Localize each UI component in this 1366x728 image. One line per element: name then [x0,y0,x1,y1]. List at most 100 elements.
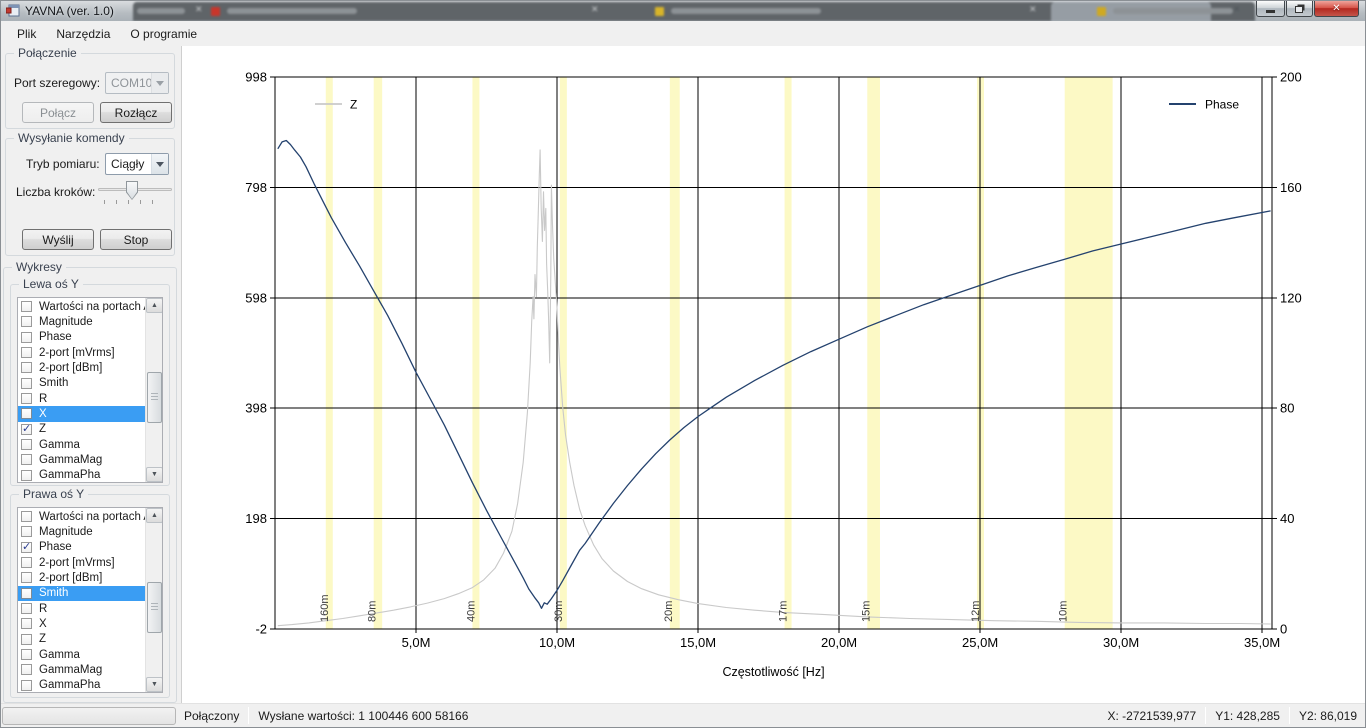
band-label-15m: 15m [860,601,872,622]
scroll-up-icon[interactable]: ▲ [146,508,163,523]
cursor-y1-value: Y1: 428,285 [1207,709,1288,723]
list-item-label: GammaPha [39,679,100,691]
phase-series-line [278,141,1271,609]
checkbox-icon[interactable] [21,680,32,691]
minimize-button[interactable] [1256,1,1285,17]
right-axis-tick: 40 [1280,511,1294,526]
list-item[interactable]: ✓Z [18,422,145,437]
list-item[interactable]: 2-port [dBm] [18,360,145,375]
right-axis-scrollbar[interactable]: ▲ ▼ [145,508,162,692]
checkbox-icon[interactable] [21,301,32,312]
list-item[interactable]: Smith [18,376,145,391]
menu-narzedzia[interactable]: Narzędzia [46,23,120,45]
scroll-up-icon[interactable]: ▲ [146,298,163,313]
stop-button[interactable]: Stop [100,229,172,250]
scrollbar-thumb[interactable] [147,372,162,424]
checkbox-icon[interactable] [21,634,32,645]
checkbox-checked-icon[interactable]: ✓ [21,424,32,435]
band-17m [785,77,792,629]
close-button[interactable]: ✕ [1314,1,1359,17]
list-item[interactable]: X [18,406,145,421]
checkbox-icon[interactable] [21,664,32,675]
checkbox-icon[interactable] [21,557,32,568]
list-item[interactable]: Magnitude [18,314,145,329]
list-item[interactable]: Wartości na portach ADC [18,299,145,314]
measure-mode-combobox[interactable]: Ciągły [105,153,169,175]
impedance-phase-chart[interactable]: 998798598398198-2200160120804005,0M10,0M… [182,46,1366,705]
list-item[interactable]: X [18,616,145,631]
x-axis-tick: 10,0M [539,635,575,650]
list-item[interactable]: 2-port [mVrms] [18,345,145,360]
steps-slider[interactable] [98,179,172,207]
checkbox-icon[interactable] [21,378,32,389]
list-item[interactable]: Gamma [18,437,145,452]
disconnect-button[interactable]: Rozłącz [100,102,172,123]
scroll-down-icon[interactable]: ▼ [146,467,163,482]
right-axis-listbox[interactable]: Wartości na portach ADCMagnitude✓Phase2-… [17,507,163,693]
right-axis-tick: 200 [1280,70,1302,85]
list-item[interactable]: 2-port [dBm] [18,570,145,585]
list-item[interactable]: R [18,391,145,406]
checkbox-icon[interactable] [21,511,32,522]
list-item[interactable]: Phase [18,330,145,345]
band-10m [1065,77,1113,629]
scrollbar-thumb[interactable] [147,582,162,634]
slider-thumb[interactable] [126,181,138,200]
list-item[interactable]: R [18,601,145,616]
checkbox-icon[interactable] [21,454,32,465]
list-item[interactable]: GammaPha [18,468,145,483]
checkbox-checked-icon[interactable]: ✓ [21,542,32,553]
checkbox-icon[interactable] [21,603,32,614]
sent-values: Wysłane wartości: 1 100446 600 58166 [250,709,476,723]
menu-plik[interactable]: Plik [7,23,46,45]
checkbox-icon[interactable] [21,470,32,481]
checkbox-icon[interactable] [21,649,32,660]
connect-button[interactable]: Połącz [22,102,94,123]
list-item[interactable]: Smith [18,586,145,601]
measure-mode-value: Ciągły [106,157,151,171]
yavna-window: ✕ ✕ ✕ ✕ YAVNA (ver. 1.0) ✕ Plik Narzędzi… [0,0,1366,728]
checkbox-icon[interactable] [21,439,32,450]
left-axis-scrollbar[interactable]: ▲ ▼ [145,298,162,482]
band-80m [374,77,382,629]
list-item[interactable]: GammaMag [18,662,145,677]
checkbox-icon[interactable] [21,393,32,404]
list-item-label: Phase [39,331,72,343]
list-item-label: R [39,603,47,615]
list-item[interactable]: 2-port [mVrms] [18,555,145,570]
checkbox-icon[interactable] [21,347,32,358]
app-icon [6,4,20,17]
left-axis-listbox[interactable]: Wartości na portach ADCMagnitude Phase 2-p… [17,297,163,483]
list-item[interactable]: GammaPha [18,678,145,693]
chart-panel: 998798598398198-2200160120804005,0M10,0M… [181,46,1365,703]
list-item[interactable]: Z [18,632,145,647]
scroll-down-icon[interactable]: ▼ [146,677,163,692]
list-item[interactable]: GammaMag [18,452,145,467]
list-item-label: Wartości na portach ADC [39,301,145,313]
list-item[interactable]: Gamma [18,647,145,662]
band-label-17m: 17m [778,601,790,622]
list-item-label: 2-port [dBm] [39,572,102,584]
checkbox-icon[interactable] [21,316,32,327]
charts-title: Wykresy [12,260,66,274]
list-item-label: 2-port [mVrms] [39,347,115,359]
menu-o-programie[interactable]: O programie [120,23,207,45]
checkbox-icon[interactable] [21,572,32,583]
list-item[interactable]: Wartości na portach ADC [18,509,145,524]
checkbox-icon[interactable] [21,588,32,599]
list-item[interactable]: ✓Phase [18,540,145,555]
checkbox-icon[interactable] [21,526,32,537]
send-button[interactable]: Wyślij [22,229,94,250]
list-item-label: Wartości na portach ADC [39,511,145,523]
left-axis-tick: 798 [245,180,267,195]
band-label-30m: 30m [553,601,565,622]
checkbox-icon[interactable] [21,408,32,419]
title-bar[interactable]: ✕ ✕ ✕ ✕ YAVNA (ver. 1.0) ✕ [1,1,1365,21]
serial-port-combobox[interactable]: COM10 [105,72,169,94]
checkbox-icon[interactable] [21,332,32,343]
list-item[interactable]: Magnitude [18,524,145,539]
serial-port-value: COM10 [106,76,151,90]
checkbox-icon[interactable] [21,618,32,629]
restore-button[interactable] [1286,1,1313,17]
checkbox-icon[interactable] [21,362,32,373]
